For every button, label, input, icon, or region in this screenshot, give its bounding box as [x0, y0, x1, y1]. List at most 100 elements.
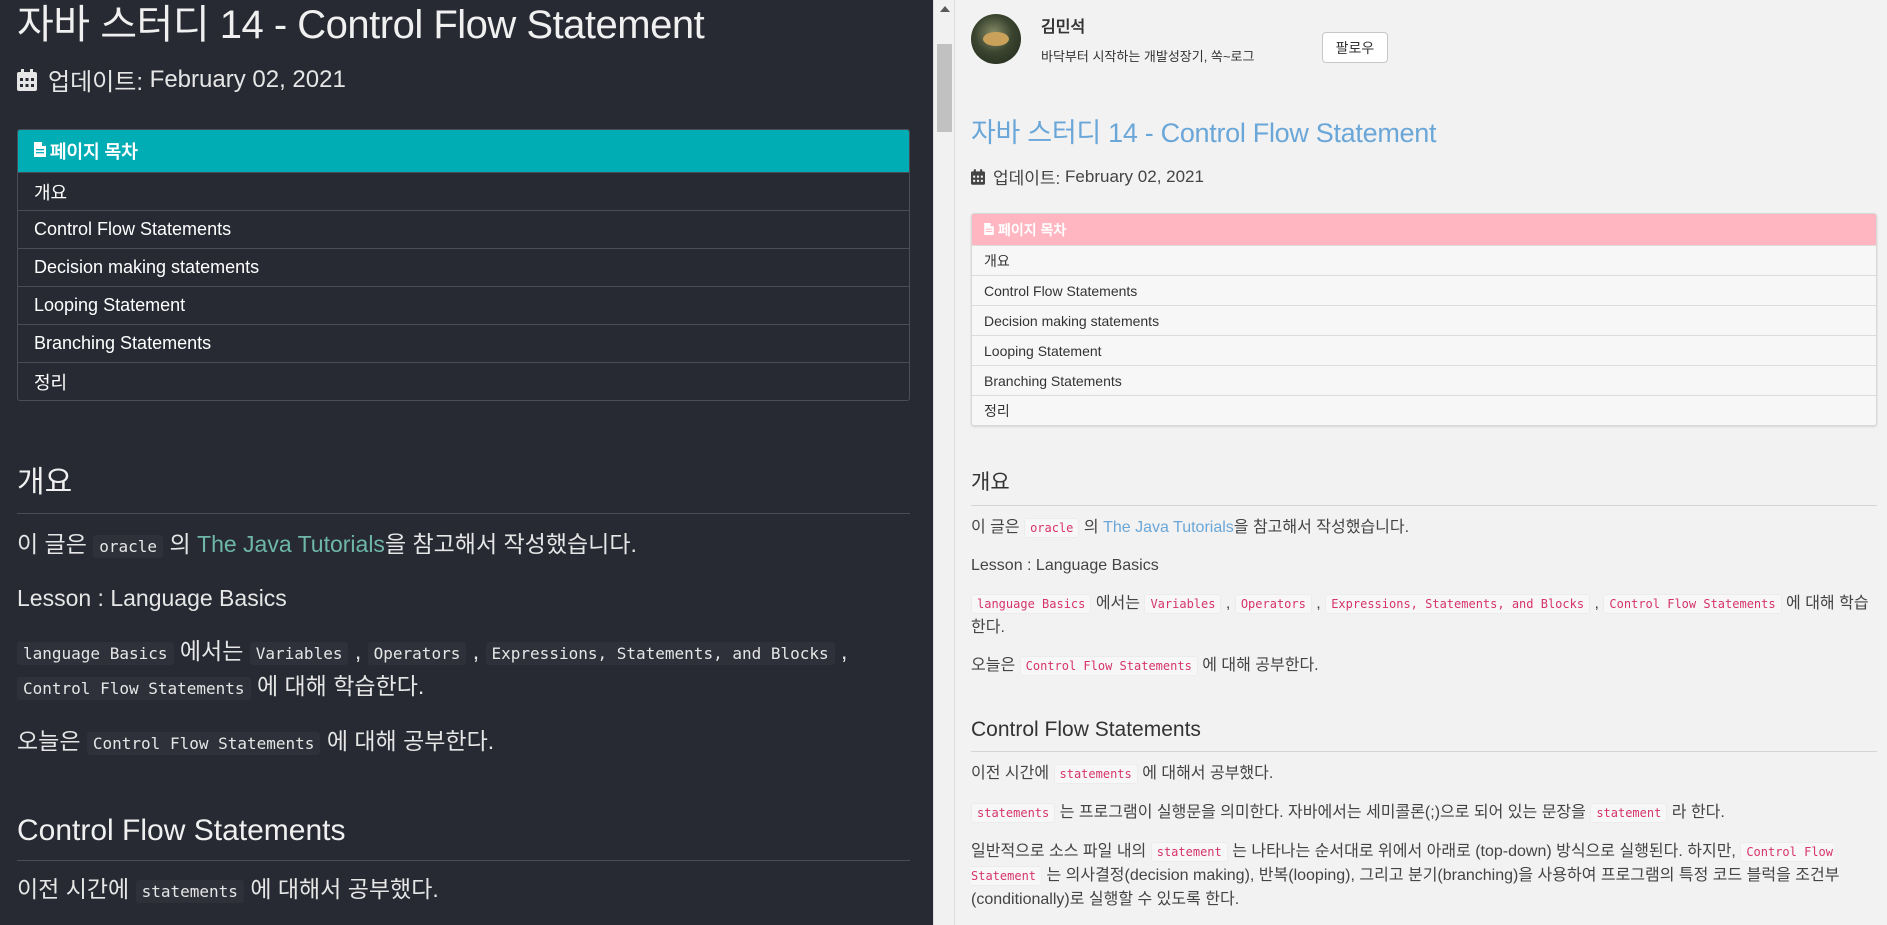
- toc-item-branching[interactable]: Branching Statements: [18, 324, 909, 362]
- control-flow-paragraph-1: 이전 시간에 statements 에 대해서 공부했다.: [971, 762, 1877, 786]
- text: 을 참고해서 작성했습니다.: [1233, 519, 1410, 536]
- inline-code: statements: [135, 880, 244, 903]
- text: 는 의사결정(decision making), 반복(looping), 그리…: [971, 867, 1840, 908]
- text: 에서는: [179, 638, 244, 664]
- overview-paragraph-3: language Basics 에서는 Variables , Operator…: [17, 635, 910, 705]
- scroll-up-arrow-icon[interactable]: [940, 6, 950, 12]
- inline-code: Control Flow Statements: [1019, 656, 1198, 676]
- toc-header: 페이지 목차: [972, 214, 1876, 245]
- dark-post-content: 자바 스터디 14 - Control Flow Statement 업데이트:…: [17, 0, 910, 908]
- updated-date: February 02, 2021: [1065, 166, 1204, 186]
- inline-code: oracle: [93, 535, 164, 558]
- table-of-contents: 페이지 목차 개요 Control Flow Statements Decisi…: [971, 213, 1877, 426]
- inline-code: Variables: [249, 642, 349, 665]
- light-theme-pane: 김민석 바닥부터 시작하는 개발성장기, 쏙~로그 팔로우 자바 스터디 14 …: [955, 0, 1887, 925]
- author-profile: 김민석 바닥부터 시작하는 개발성장기, 쏙~로그 팔로우: [971, 0, 1877, 100]
- overview-paragraph-1: 이 글은 oracle 의 The Java Tutorials을 참고해서 작…: [17, 528, 910, 563]
- light-post-content: 김민석 바닥부터 시작하는 개발성장기, 쏙~로그 팔로우 자바 스터디 14 …: [971, 0, 1877, 911]
- toc-item-overview[interactable]: 개요: [972, 245, 1876, 275]
- inline-code: statements: [971, 803, 1056, 823]
- table-of-contents: 페이지 목차 개요 Control Flow Statements Decisi…: [17, 129, 910, 401]
- inline-code: statements: [1053, 764, 1138, 784]
- text: 을 참고해서 작성했습니다.: [384, 531, 637, 557]
- page-title: 자바 스터디 14 - Control Flow Statement: [971, 118, 1437, 148]
- toc-heading: 페이지 목차: [998, 221, 1067, 238]
- control-flow-paragraph-2: statements 는 프로그램이 실행문을 의미한다. 자바에서는 세미콜론…: [971, 801, 1877, 825]
- java-tutorials-link[interactable]: The Java Tutorials: [1103, 519, 1234, 536]
- follow-button[interactable]: 팔로우: [1322, 32, 1388, 63]
- toc-item-control-flow[interactable]: Control Flow Statements: [972, 275, 1876, 305]
- section-heading-overview: 개요: [17, 457, 910, 514]
- inline-code: Control Flow Statements: [1603, 594, 1782, 614]
- avatar[interactable]: [971, 14, 1021, 64]
- toc-item-overview[interactable]: 개요: [18, 172, 909, 210]
- author-bio: 바닥부터 시작하는 개발성장기, 쏙~로그: [1041, 49, 1255, 64]
- text: 에 대해서 공부했다.: [250, 876, 439, 902]
- toc-item-control-flow[interactable]: Control Flow Statements: [18, 210, 909, 248]
- text: 라 한다.: [1671, 804, 1725, 821]
- inline-code: statement: [1150, 842, 1228, 862]
- dark-theme-pane: 자바 스터디 14 - Control Flow Statement 업데이트:…: [0, 0, 933, 925]
- text: 는 프로그램이 실행문을 의미한다. 자바에서는 세미콜론(;)으로 되어 있는…: [1059, 804, 1586, 821]
- inline-code: Operators: [1234, 594, 1312, 614]
- toc-item-summary[interactable]: 정리: [18, 362, 909, 400]
- post-updated: 업데이트: February 02, 2021: [17, 62, 910, 97]
- overview-paragraph-2: Lesson : Language Basics: [17, 585, 287, 611]
- toc-item-looping[interactable]: Looping Statement: [972, 335, 1876, 365]
- inline-code: Operators: [367, 642, 467, 665]
- inline-code: oracle: [1024, 518, 1080, 538]
- text: 는 나타나는 순서대로 위에서 아래로 (top-down) 방식으로 실행된다…: [1232, 843, 1736, 860]
- inline-code: Expressions, Statements, and Blocks: [485, 642, 835, 665]
- calendar-icon: [17, 68, 37, 91]
- document-icon: [34, 141, 46, 162]
- text: 에 대해 학습한다.: [256, 673, 425, 699]
- section-heading-control-flow: Control Flow Statements: [17, 814, 910, 861]
- control-flow-paragraph-3: 일반적으로 소스 파일 내의 statement 는 나타나는 순서대로 위에서…: [971, 840, 1877, 911]
- text: 이 글은: [17, 531, 87, 557]
- overview-paragraph-2: Lesson : Language Basics: [971, 557, 1159, 574]
- inline-code: Variables: [1144, 594, 1222, 614]
- toc-item-looping[interactable]: Looping Statement: [18, 286, 909, 324]
- text: 에 대해 공부한다.: [326, 728, 495, 754]
- vertical-scrollbar[interactable]: [933, 0, 955, 925]
- overview-paragraph-4: 오늘은 Control Flow Statements 에 대해 공부한다.: [17, 725, 910, 760]
- control-flow-paragraph-1: 이전 시간에 statements 에 대해서 공부했다.: [17, 873, 910, 908]
- text: 에 대해서 공부했다.: [1142, 765, 1274, 782]
- toc-item-summary[interactable]: 정리: [972, 395, 1876, 425]
- text: 의: [169, 531, 191, 557]
- updated-label: 업데이트:: [993, 169, 1061, 188]
- toc-item-decision-making[interactable]: Decision making statements: [18, 248, 909, 286]
- text: 오늘은: [17, 728, 81, 754]
- text: 일반적으로 소스 파일 내의: [971, 843, 1147, 860]
- overview-paragraph-3: language Basics 에서는 Variables , Operator…: [971, 594, 1869, 636]
- section-heading-overview: 개요: [971, 466, 1877, 506]
- inline-code: statement: [1590, 803, 1668, 823]
- inline-code: language Basics: [17, 642, 174, 665]
- toc-item-branching[interactable]: Branching Statements: [972, 365, 1876, 395]
- inline-code: Expressions, Statements, and Blocks: [1325, 594, 1591, 614]
- text: 의: [1083, 519, 1099, 536]
- text: 오늘은: [971, 657, 1016, 674]
- overview-paragraph-4: 오늘은 Control Flow Statements 에 대해 공부한다.: [971, 654, 1877, 678]
- post-updated: 업데이트: February 02, 2021: [971, 164, 1877, 189]
- inline-code: Control Flow Statements: [17, 677, 251, 700]
- page-title: 자바 스터디 14 - Control Flow Statement: [17, 3, 705, 47]
- java-tutorials-link[interactable]: The Java Tutorials: [197, 531, 385, 557]
- text: 이전 시간에: [17, 876, 130, 902]
- document-icon: [984, 222, 994, 238]
- section-heading-control-flow: Control Flow Statements: [971, 718, 1877, 752]
- text: 이 글은: [971, 519, 1020, 536]
- updated-date: February 02, 2021: [149, 65, 346, 93]
- updated-label: 업데이트:: [48, 69, 143, 96]
- author-name[interactable]: 김민석: [1041, 13, 1085, 37]
- scrollbar-thumb[interactable]: [937, 44, 952, 132]
- toc-heading: 페이지 목차: [50, 142, 138, 162]
- inline-code: Control Flow Statements: [86, 732, 321, 755]
- calendar-icon: [971, 168, 985, 185]
- toc-item-decision-making[interactable]: Decision making statements: [972, 305, 1876, 335]
- text: 에 대해 공부한다.: [1202, 657, 1319, 674]
- text: 이전 시간에: [971, 765, 1050, 782]
- overview-paragraph-1: 이 글은 oracle 의 The Java Tutorials을 참고해서 작…: [971, 516, 1877, 540]
- toc-header: 페이지 목차: [18, 130, 909, 172]
- text: 에서는: [1095, 595, 1140, 612]
